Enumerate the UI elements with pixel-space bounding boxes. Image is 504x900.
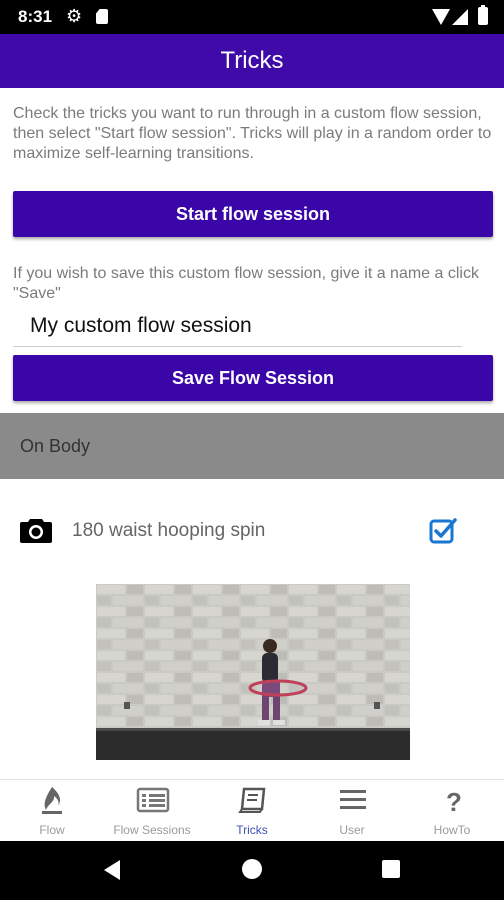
page-title: Tricks — [220, 47, 284, 74]
start-flow-session-button[interactable]: Start flow session — [13, 191, 493, 237]
status-time: 8:31 — [18, 7, 53, 26]
section-header-on-body: On Body — [0, 413, 504, 479]
trick-list-item[interactable]: 180 waist hooping spin — [0, 494, 504, 570]
trick-checkbox[interactable] — [429, 516, 457, 544]
flame-icon — [42, 787, 62, 814]
camera-icon[interactable] — [20, 517, 52, 543]
instructions-text: Check the tricks you want to run through… — [13, 105, 492, 162]
trick-preview-image — [96, 584, 410, 760]
nav-label-howto: HowTo — [433, 823, 471, 837]
system-navigation-bar — [0, 841, 504, 900]
home-icon[interactable] — [242, 859, 262, 879]
settings-gear-icon: ⚙ — [66, 6, 83, 26]
app-bar: Tricks — [0, 34, 504, 88]
nav-item-howto[interactable]: ? HowTo — [402, 780, 502, 842]
nav-item-flow[interactable]: Flow — [2, 780, 102, 842]
bottom-navigation: Flow Flow Sessions Tricks User ? HowTo — [0, 779, 504, 842]
nav-label-user: User — [339, 823, 365, 837]
back-icon[interactable] — [104, 860, 120, 880]
nav-label-flow: Flow — [39, 823, 65, 837]
svg-text:?: ? — [446, 787, 462, 814]
nav-item-tricks[interactable]: Tricks — [202, 780, 302, 842]
trick-label: 180 waist hooping spin — [72, 520, 266, 541]
question-icon: ? — [446, 787, 462, 814]
nav-item-user[interactable]: User — [302, 780, 402, 842]
book-icon — [238, 787, 266, 813]
wifi-icon — [432, 9, 450, 25]
sd-card-icon — [96, 9, 108, 24]
section-header-label: On Body — [20, 436, 91, 456]
save-hint-text: If you wish to save this custom flow ses… — [13, 265, 479, 302]
save-flow-session-button[interactable]: Save Flow Session — [13, 355, 493, 401]
status-bar: 8:31 ⚙ — [0, 0, 504, 34]
cell-signal-icon — [452, 9, 468, 25]
nav-label-flow-sessions: Flow Sessions — [113, 823, 191, 837]
nav-item-flow-sessions[interactable]: Flow Sessions — [102, 780, 202, 842]
list-icon — [136, 787, 170, 813]
battery-icon — [478, 5, 488, 25]
nav-label-tricks: Tricks — [236, 823, 268, 837]
menu-icon — [340, 790, 366, 809]
recent-apps-icon[interactable] — [382, 860, 400, 878]
session-name-input[interactable] — [13, 306, 462, 347]
